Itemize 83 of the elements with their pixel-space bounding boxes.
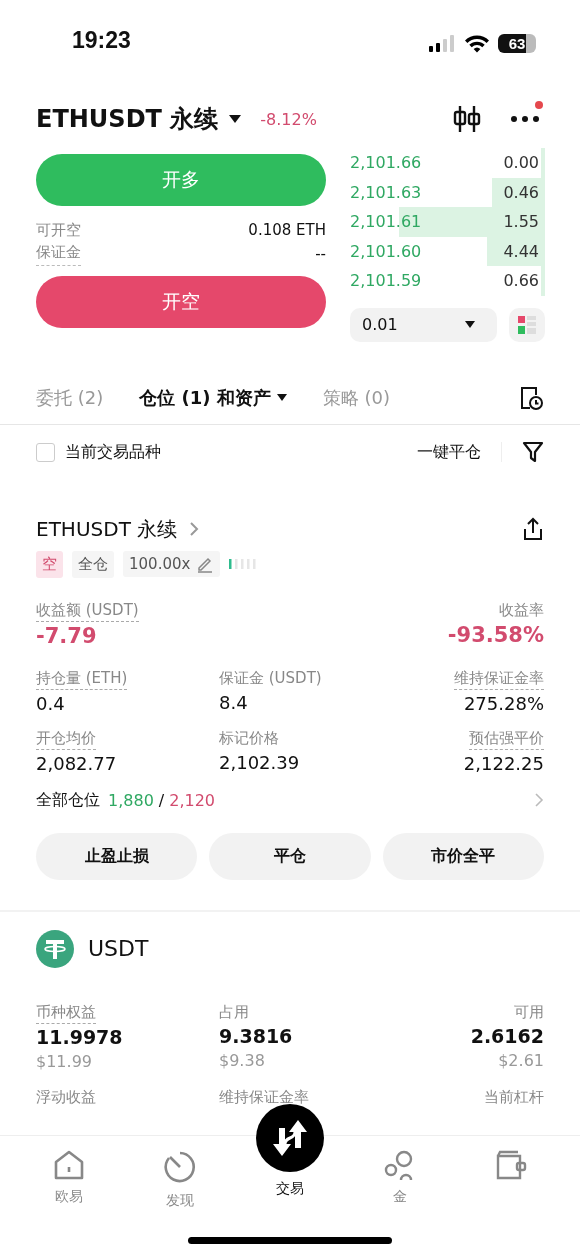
- leverage-tag[interactable]: 100.00x: [123, 551, 221, 577]
- asset-stat-label: 币种权益: [36, 1001, 96, 1024]
- position-action-button[interactable]: 止盈止损: [36, 832, 198, 880]
- nav-label[interactable]: 欧易: [55, 1188, 84, 1206]
- filter-icon[interactable]: [522, 440, 544, 464]
- info-value: 0.108 ETH: [248, 220, 326, 241]
- stat-value: 2,122.25: [463, 752, 544, 774]
- stat-label: 持仓量 (ETH): [36, 667, 128, 690]
- edit-icon[interactable]: [196, 555, 215, 573]
- bid-amount: 4.44: [503, 241, 539, 261]
- long-count: 1,880: [108, 790, 154, 810]
- asset-stat-label: 维持保证金率: [219, 1086, 309, 1108]
- stat-value: 0.4: [36, 692, 65, 714]
- position-title[interactable]: ETHUSDT 永续: [36, 515, 178, 543]
- info-label: 保证金: [36, 242, 81, 266]
- roe-value: -93.58%: [447, 622, 544, 647]
- stat-label: 标记价格: [219, 727, 279, 749]
- stat-value: 2,102.39: [219, 751, 300, 773]
- nav-label[interactable]: 金: [393, 1188, 408, 1206]
- asset-stat-value: 9.3816: [219, 1024, 293, 1047]
- wallet-icon[interactable]: [494, 1150, 527, 1180]
- margin-mode-tag: 全仓: [72, 550, 114, 578]
- all-positions-label: 全部仓位: [36, 789, 100, 811]
- bid-amount: 0.46: [503, 182, 539, 202]
- count-separator: /: [158, 790, 165, 810]
- pnl-label: 收益额 (USDT): [36, 599, 139, 622]
- price-change: -8.12%: [260, 109, 317, 129]
- stat-label: 开仓均价: [36, 727, 96, 750]
- discover-icon[interactable]: [162, 1150, 197, 1184]
- nav-label[interactable]: 交易: [276, 1180, 304, 1198]
- status-time: 19:23: [72, 27, 132, 55]
- caret-icon[interactable]: [228, 114, 243, 124]
- checkbox[interactable]: [36, 442, 55, 462]
- short-count: 2,120: [169, 790, 215, 810]
- stat-value: 275.28%: [463, 692, 544, 714]
- asset-stat-label: 占用: [219, 1001, 249, 1023]
- nav-label[interactable]: 发现: [165, 1192, 194, 1210]
- home-icon[interactable]: [53, 1150, 86, 1180]
- close-all-link[interactable]: 一键平仓: [417, 441, 481, 463]
- bid-amount: 1.55: [503, 212, 539, 232]
- risk-bars-icon: [229, 558, 258, 570]
- info-label: 可开空: [36, 220, 81, 241]
- position-action-button[interactable]: 市价全平: [382, 832, 544, 880]
- book-layout-icon[interactable]: [509, 307, 545, 342]
- position-action-button[interactable]: 平仓: [209, 832, 371, 880]
- stat-label: 预估强平价: [469, 727, 544, 750]
- side-tag: 空: [36, 550, 63, 578]
- caret-icon[interactable]: [276, 394, 287, 401]
- asset-stat-usd: $11.99: [36, 1051, 92, 1071]
- battery-indicator: 63: [498, 33, 536, 53]
- history-icon[interactable]: [518, 384, 544, 411]
- chevron-icon: [534, 792, 544, 808]
- caret-icon[interactable]: [465, 321, 475, 328]
- asset-stat-label: 浮动收益: [36, 1086, 96, 1108]
- stat-value: 8.4: [219, 691, 248, 713]
- asset-name: USDT: [88, 936, 149, 961]
- asset-stat-usd: $9.38: [219, 1050, 265, 1070]
- asset-stat-value: 11.9978: [36, 1025, 123, 1048]
- asset-stat-label: 当前杠杆: [484, 1086, 544, 1108]
- all-positions-row[interactable]: 全部仓位 1,880 / 2,120: [36, 789, 544, 811]
- stat-value: 2,082.77: [36, 752, 117, 774]
- stat-label: 保证金 (USDT): [219, 667, 322, 689]
- signal-icon: [428, 34, 456, 52]
- asset-stat-value: 2.6162: [470, 1024, 544, 1047]
- bid-amount: 0.66: [503, 271, 539, 291]
- precision-select[interactable]: 0.01: [350, 307, 497, 342]
- open-short-button[interactable]: 开空: [36, 276, 326, 328]
- more-icon[interactable]: [510, 101, 544, 125]
- tether-logo-icon: [36, 929, 74, 968]
- asset-stat-usd: $2.61: [498, 1050, 544, 1070]
- symbol-title[interactable]: ETHUSDT 永续: [36, 103, 219, 135]
- pnl-value: -7.79: [36, 623, 97, 648]
- checkbox-label[interactable]: 当前交易品种: [65, 441, 161, 463]
- chevron-icon[interactable]: [189, 521, 200, 537]
- share-icon[interactable]: [522, 517, 544, 541]
- candlestick-icon[interactable]: [452, 105, 482, 133]
- bid-amount: 0.00: [503, 153, 539, 173]
- roe-label: 收益率: [499, 599, 544, 621]
- stat-label: 维持保证金率: [454, 667, 544, 690]
- tab[interactable]: 仓位 (1) 和资产: [139, 385, 287, 410]
- info-value: --: [315, 244, 326, 265]
- wifi-icon: [464, 33, 490, 53]
- asset-stat-label: 可用: [514, 1001, 544, 1023]
